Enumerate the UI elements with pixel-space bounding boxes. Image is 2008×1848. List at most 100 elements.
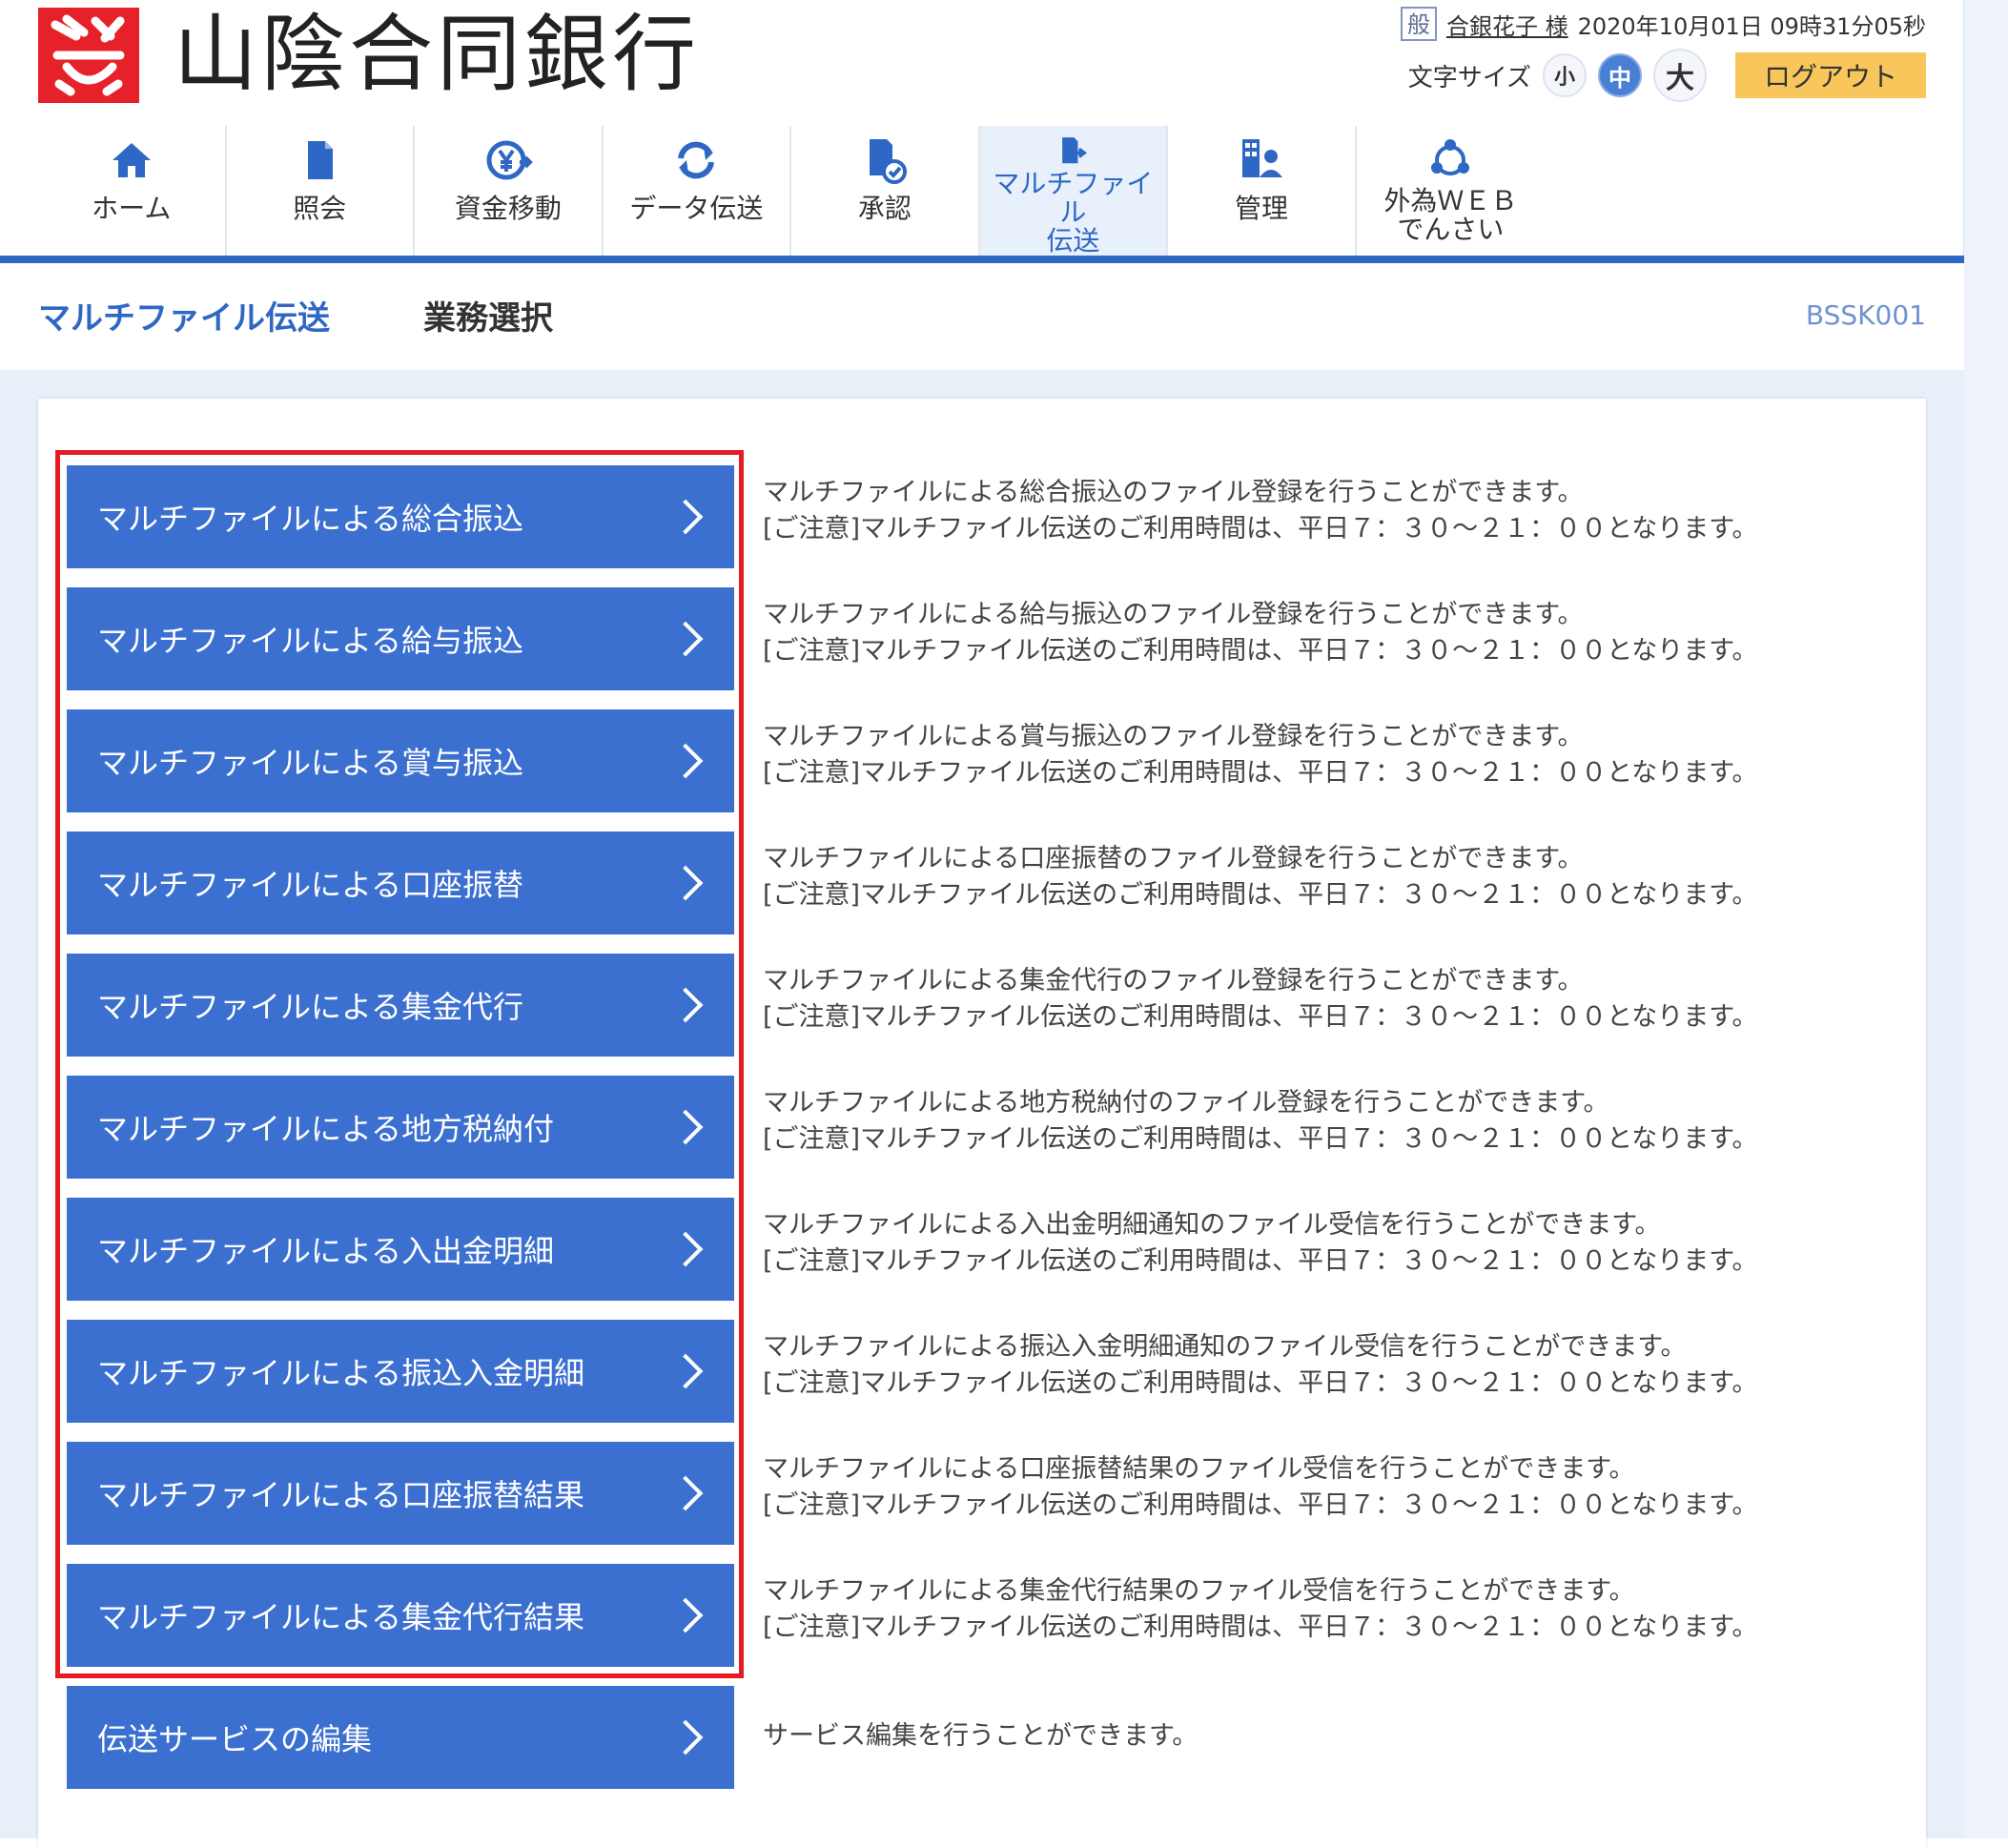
menu-desc-note: [ご注意]マルチファイル伝送のご利用時間は、平日７：３０～２１：００となります。 xyxy=(763,1368,1758,1398)
menu-row: マルチファイルによる給与振込 マルチファイルによる給与振込のファイル登録を行うこ… xyxy=(67,587,1878,690)
nav-item-fx-web-densai[interactable]: 外為ＷＥＢ でんさい xyxy=(1357,126,1545,256)
nav-label: 資金移動 xyxy=(454,193,562,224)
menu-row: マルチファイルによる口座振替 マルチファイルによる口座振替のファイル登録を行うこ… xyxy=(67,832,1878,934)
chevron-right-icon xyxy=(667,1597,704,1633)
font-size-large-button[interactable]: 大 xyxy=(1653,49,1707,102)
menu-description: マルチファイルによる地方税納付のファイル登録を行うことができます。 [ご注意]マ… xyxy=(763,1085,1758,1158)
nav-item-fund-transfer[interactable]: 資金移動 xyxy=(415,126,604,256)
menu-row: マルチファイルによる地方税納付 マルチファイルによる地方税納付のファイル登録を行… xyxy=(67,1076,1878,1179)
menu-button-account-transfer-result[interactable]: マルチファイルによる口座振替結果 xyxy=(67,1442,734,1545)
document-icon xyxy=(308,141,334,179)
menu-button-local-tax-payment[interactable]: マルチファイルによる地方税納付 xyxy=(67,1076,734,1179)
menu-row: マルチファイルによる集金代行 マルチファイルによる集金代行のファイル登録を行うこ… xyxy=(67,954,1878,1057)
menu-button-label: マルチファイルによる口座振替結果 xyxy=(97,1477,585,1513)
menu-button-label: マルチファイルによる入出金明細 xyxy=(97,1233,555,1269)
menu-row: マルチファイルによる総合振込 マルチファイルによる総合振込のファイル登録を行うこ… xyxy=(67,465,1878,568)
chevron-right-icon xyxy=(667,743,704,779)
scrollbar[interactable] xyxy=(1963,0,2008,1838)
menu-desc-line1: マルチファイルによる口座振替のファイル登録を行うことができます。 xyxy=(763,844,1584,873)
menu-button-deposit-withdrawal-detail[interactable]: マルチファイルによる入出金明細 xyxy=(67,1198,734,1301)
nav-label: 承認 xyxy=(857,193,912,224)
chevron-right-icon xyxy=(667,987,704,1023)
menu-button-label: マルチファイルによる総合振込 xyxy=(97,501,524,537)
user-name-link[interactable]: 合銀花子 様 xyxy=(1446,8,1568,41)
nav-label-line2: 伝送 xyxy=(1046,225,1100,257)
yen-transfer-icon xyxy=(486,140,533,180)
nav-divider xyxy=(0,256,1964,263)
menu-desc-line1: サービス編集を行うことができます。 xyxy=(763,1721,1199,1751)
chevron-right-icon xyxy=(667,499,704,535)
user-type-badge: 般 xyxy=(1400,7,1437,41)
nav-label-line1: 外為ＷＥＢ xyxy=(1383,185,1518,216)
screen-id: BSSK001 xyxy=(1805,299,1926,331)
nav-label-line1: マルチファイル xyxy=(993,168,1154,228)
menu-desc-line1: マルチファイルによる総合振込のファイル登録を行うことができます。 xyxy=(763,478,1584,507)
menu-desc-note: [ご注意]マルチファイル伝送のご利用時間は、平日７：３０～２１：００となります。 xyxy=(763,514,1758,544)
chevron-right-icon xyxy=(667,621,704,657)
nav-item-approval[interactable]: 承認 xyxy=(791,126,980,256)
bank-name: 山陰合同銀行 xyxy=(174,5,701,103)
menu-desc-line1: マルチファイルによる賞与振込のファイル登録を行うことができます。 xyxy=(763,722,1584,751)
font-size-small-button[interactable]: 小 xyxy=(1543,53,1587,97)
approve-document-icon xyxy=(869,139,907,184)
menu-row: 伝送サービスの編集 サービス編集を行うことができます。 xyxy=(67,1686,1878,1789)
header: 山陰合同銀行 般 合銀花子 様 2020年10月01日 09時31分05秒 文字… xyxy=(0,0,1964,126)
nav-item-data-transfer[interactable]: データ伝送 xyxy=(604,126,792,256)
nav-item-management[interactable]: 管理 xyxy=(1168,126,1357,256)
logout-button[interactable]: ログアウト xyxy=(1735,52,1926,98)
menu-desc-note: [ご注意]マルチファイル伝送のご利用時間は、平日７：３０～２１：００となります。 xyxy=(763,1246,1758,1276)
menu-button-general-transfer[interactable]: マルチファイルによる総合振込 xyxy=(67,465,734,568)
nav-label: ホーム xyxy=(92,193,172,224)
menu-button-collection-agency-result[interactable]: マルチファイルによる集金代行結果 xyxy=(67,1564,734,1667)
menu-button-account-transfer[interactable]: マルチファイルによる口座振替 xyxy=(67,832,734,934)
chevron-right-icon xyxy=(667,1475,704,1511)
sync-icon xyxy=(678,141,715,179)
menu-desc-line1: マルチファイルによる地方税納付のファイル登録を行うことができます。 xyxy=(763,1088,1609,1118)
menu-description: マルチファイルによる集金代行結果のファイル受信を行うことができます。 [ご注意]… xyxy=(763,1573,1758,1646)
menu-button-bonus-transfer[interactable]: マルチファイルによる賞与振込 xyxy=(67,709,734,812)
menu-description: マルチファイルによる振込入金明細通知のファイル受信を行うことができます。 [ご注… xyxy=(763,1329,1758,1402)
chevron-right-icon xyxy=(667,1231,704,1267)
nav-item-home[interactable]: ホーム xyxy=(38,126,227,256)
nav-label-line2: でんさい xyxy=(1397,214,1505,245)
font-size-medium-button[interactable]: 中 xyxy=(1598,53,1642,97)
menu-desc-line1: マルチファイルによる振込入金明細通知のファイル受信を行うことができます。 xyxy=(763,1332,1687,1362)
page-subtitle: 業務選択 xyxy=(423,299,553,338)
menu-desc-line1: マルチファイルによる口座振替結果のファイル受信を行うことができます。 xyxy=(763,1454,1635,1484)
menu-description: マルチファイルによる総合振込のファイル登録を行うことができます。 [ご注意]マル… xyxy=(763,475,1758,547)
chevron-right-icon xyxy=(667,865,704,901)
menu-desc-line1: マルチファイルによる集金代行のファイル登録を行うことができます。 xyxy=(763,966,1584,996)
menu-button-salary-transfer[interactable]: マルチファイルによる給与振込 xyxy=(67,587,734,690)
font-size-label: 文字サイズ xyxy=(1407,63,1531,92)
chevron-right-icon xyxy=(667,1353,704,1389)
menu-button-label: マルチファイルによる集金代行結果 xyxy=(97,1599,585,1635)
menu-desc-note: [ご注意]マルチファイル伝送のご利用時間は、平日７：３０～２１：００となります。 xyxy=(763,758,1758,788)
menu-desc-note: [ご注意]マルチファイル伝送のご利用時間は、平日７：３０～２１：００となります。 xyxy=(763,880,1758,910)
nav-item-inquiry[interactable]: 照会 xyxy=(227,126,416,256)
menu-desc-line1: マルチファイルによる入出金明細通知のファイル受信を行うことができます。 xyxy=(763,1210,1661,1240)
menu-description: マルチファイルによる賞与振込のファイル登録を行うことができます。 [ご注意]マル… xyxy=(763,719,1758,791)
menu-button-label: 伝送サービスの編集 xyxy=(97,1721,373,1757)
menu-description: マルチファイルによる口座振替結果のファイル受信を行うことができます。 [ご注意]… xyxy=(763,1451,1758,1524)
nav-item-multi-file-transfer[interactable]: マルチファイル 伝送 xyxy=(979,126,1169,257)
page-title: マルチファイル伝送 xyxy=(38,299,330,338)
menu-button-edit-transfer-service[interactable]: 伝送サービスの編集 xyxy=(67,1686,734,1789)
menu-button-transfer-deposit-detail[interactable]: マルチファイルによる振込入金明細 xyxy=(67,1320,734,1423)
menu-description: マルチファイルによる口座振替のファイル登録を行うことができます。 [ご注意]マル… xyxy=(763,841,1758,914)
nav-label: データ伝送 xyxy=(629,193,764,224)
menu-button-label: マルチファイルによる給与振込 xyxy=(97,623,524,659)
font-size-controls: 文字サイズ 小 中 大 ログアウト xyxy=(1407,49,1926,102)
menu-desc-note: [ご注意]マルチファイル伝送のご利用時間は、平日７：３０～２１：００となります。 xyxy=(763,1002,1758,1032)
nav-label: 照会 xyxy=(293,193,347,224)
menu-button-label: マルチファイルによる集金代行 xyxy=(97,989,524,1025)
menu-desc-line1: マルチファイルによる給与振込のファイル登録を行うことができます。 xyxy=(763,600,1584,629)
menu-description: マルチファイルによる集金代行のファイル登録を行うことができます。 [ご注意]マル… xyxy=(763,963,1758,1036)
menu-button-collection-agency[interactable]: マルチファイルによる集金代行 xyxy=(67,954,734,1057)
home-icon xyxy=(112,143,151,177)
nav-label: 管理 xyxy=(1234,193,1288,224)
user-info: 般 合銀花子 様 2020年10月01日 09時31分05秒 xyxy=(1400,4,1926,44)
menu-desc-line1: マルチファイルによる集金代行結果のファイル受信を行うことができます。 xyxy=(763,1576,1635,1606)
menu-description: サービス編集を行うことができます。 xyxy=(763,1718,1198,1755)
login-datetime: 2020年10月01日 09時31分05秒 xyxy=(1577,12,1926,40)
menu-button-label: マルチファイルによる口座振替 xyxy=(97,867,524,903)
